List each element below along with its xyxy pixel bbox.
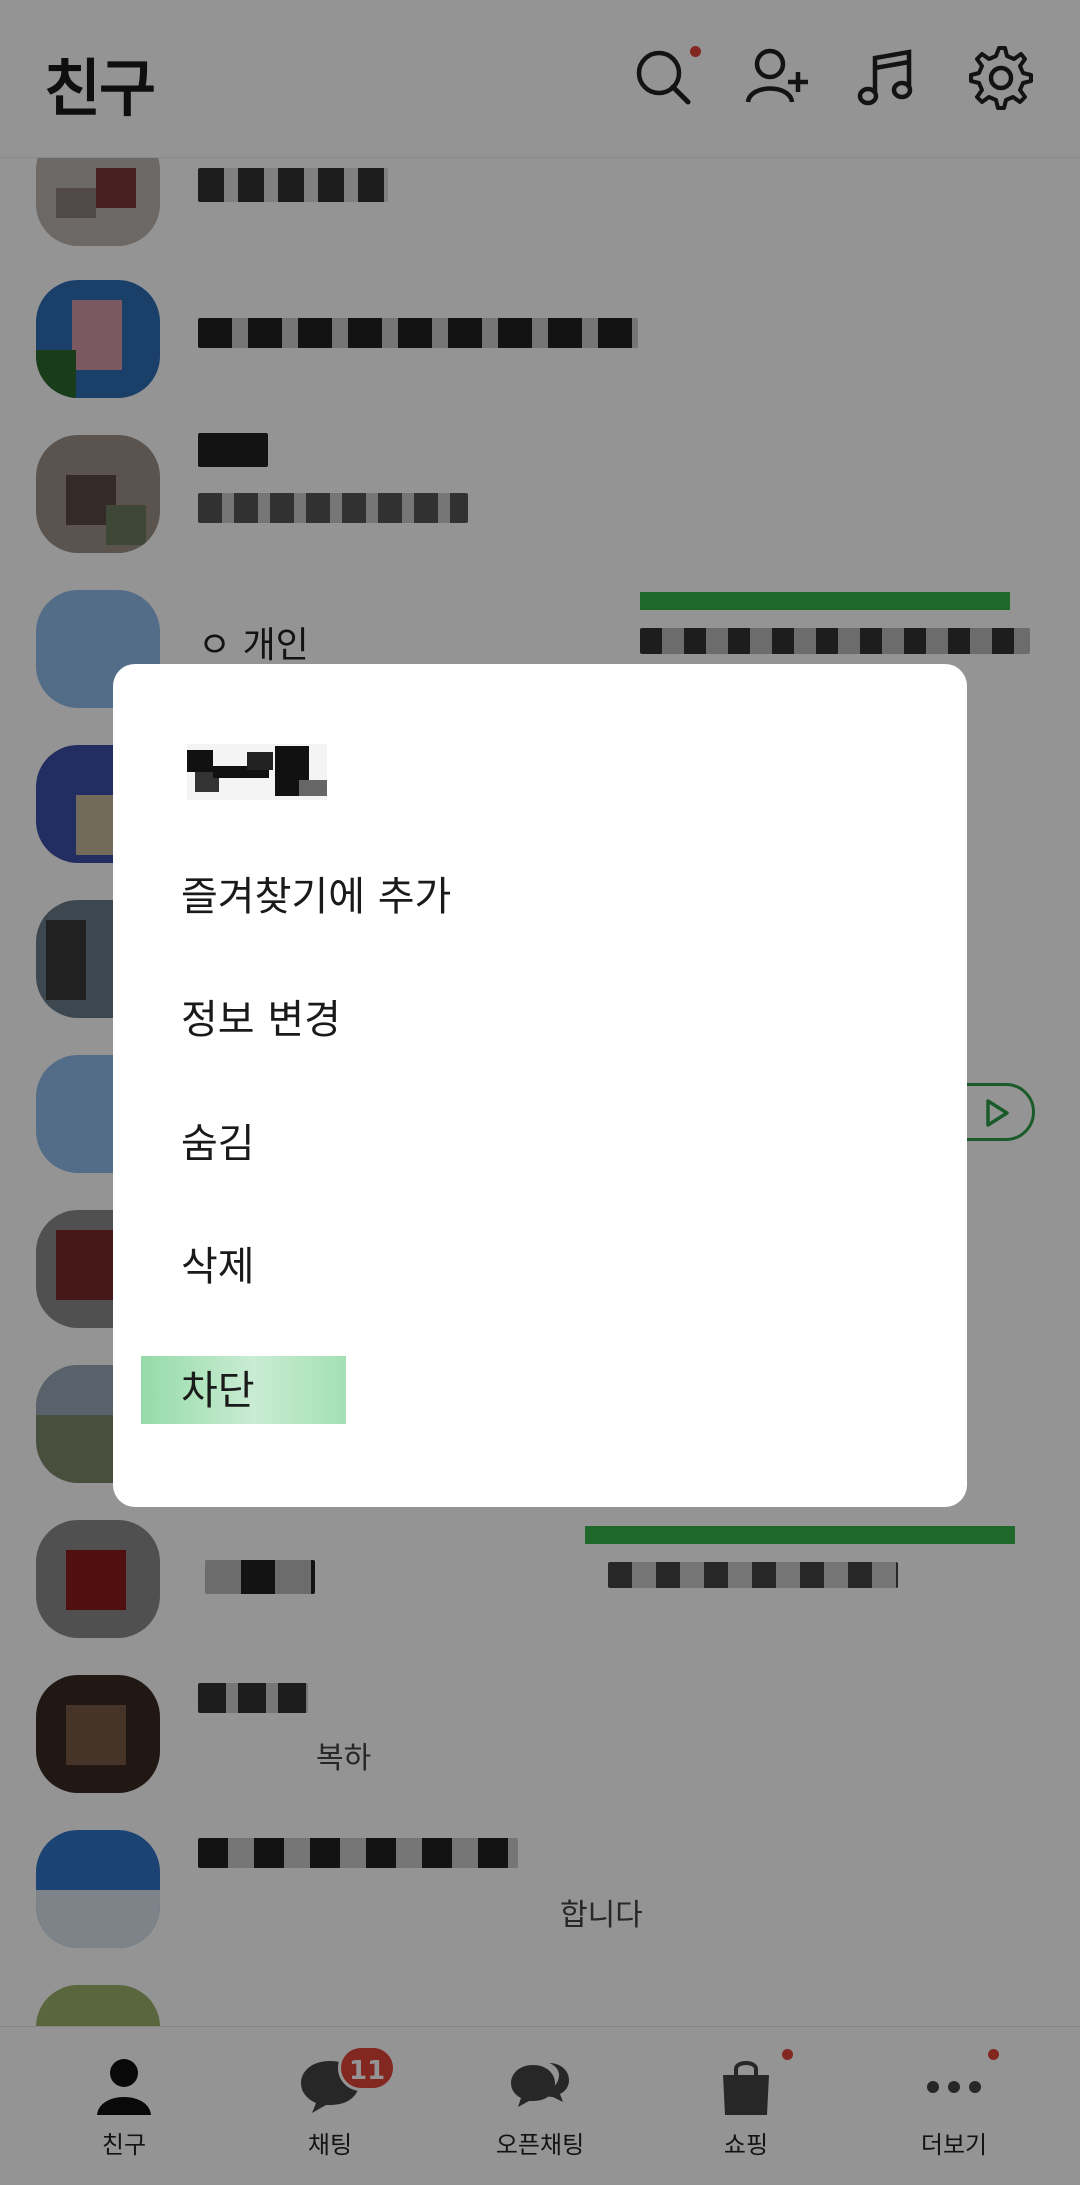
menu-block[interactable]: 차단 [181, 1358, 255, 1416]
dialog-title-redacted [187, 744, 327, 800]
menu-delete[interactable]: 삭제 [181, 1234, 255, 1292]
menu-add-favorite[interactable]: 즐겨찾기에 추가 [181, 864, 451, 922]
menu-hide[interactable]: 숨김 [181, 1111, 255, 1169]
menu-edit-info[interactable]: 정보 변경 [181, 987, 341, 1045]
friend-context-menu: 즐겨찾기에 추가 정보 변경 숨김 삭제 차단 [113, 664, 967, 1507]
